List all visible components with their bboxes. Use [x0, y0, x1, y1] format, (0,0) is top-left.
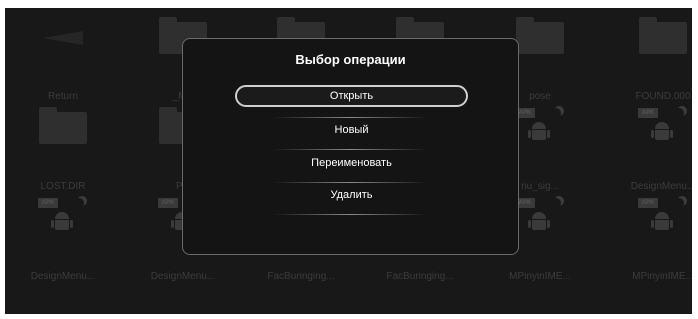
separator — [273, 214, 428, 215]
apk-icon: APK — [510, 193, 570, 243]
file-label: DesignMenu... — [30, 271, 96, 282]
file-item[interactable]: Return — [5, 13, 123, 108]
rename-option[interactable]: Переименовать — [235, 152, 468, 174]
folder-icon — [510, 13, 570, 63]
separator — [273, 182, 428, 183]
file-label: Return — [47, 91, 78, 102]
apk-icon: APK — [633, 193, 692, 243]
apk-icon: APK — [510, 103, 570, 153]
folder-icon — [33, 103, 93, 153]
open-option[interactable]: Открыть — [235, 85, 468, 107]
file-label: FacBuringing... — [267, 271, 335, 282]
file-label: LOST.DIR — [40, 181, 86, 192]
new-option[interactable]: Новый — [235, 119, 468, 141]
separator — [273, 117, 428, 118]
file-item[interactable]: FOUND.000 — [603, 13, 692, 108]
file-label: DesignMenu... — [630, 181, 692, 192]
file-item[interactable]: APK DesignMenu... — [5, 193, 123, 288]
separator — [273, 149, 428, 150]
dialog-title: Выбор операции — [295, 52, 406, 67]
apk-icon: APK — [33, 193, 93, 243]
delete-option[interactable]: Удалить — [235, 184, 468, 206]
file-item[interactable]: LOST.DIR — [5, 103, 123, 198]
file-label: DesignMenu... — [150, 271, 216, 282]
file-item[interactable]: APK DesignMenu... — [603, 103, 692, 198]
return-arrow-icon — [33, 13, 93, 63]
file-label: MPinyinIME... — [632, 271, 692, 282]
apk-icon: APK — [633, 103, 692, 153]
folder-icon — [633, 13, 692, 63]
operation-dialog: Выбор операции Открыть Новый Переименова… — [182, 38, 519, 255]
file-label: FacBuringing... — [386, 271, 454, 282]
file-browser-screen: Return_MSposeFOUND.000LOST.DIRPicAPKAPKA… — [5, 8, 692, 314]
file-label: FOUND.000 — [635, 91, 691, 102]
file-label: MPinyinIME... — [509, 271, 571, 282]
file-item[interactable]: APK MPinyinIME... — [603, 193, 692, 288]
